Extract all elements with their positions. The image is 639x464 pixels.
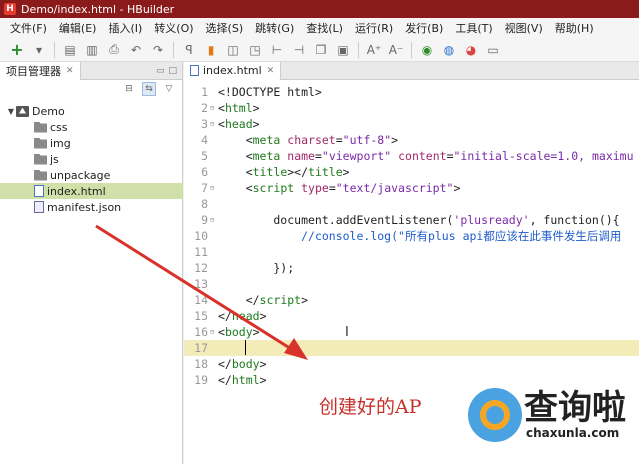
- annotation-caption: 创建好的AP: [319, 396, 422, 418]
- watermark: 查询啦 chaxunla.com: [468, 374, 636, 460]
- arrow-head: [284, 338, 308, 360]
- arrow-shaft: [95, 224, 297, 354]
- watermark-logo-icon: [468, 388, 522, 442]
- watermark-url: chaxunla.com: [526, 426, 620, 440]
- watermark-text: 查询啦: [524, 388, 626, 428]
